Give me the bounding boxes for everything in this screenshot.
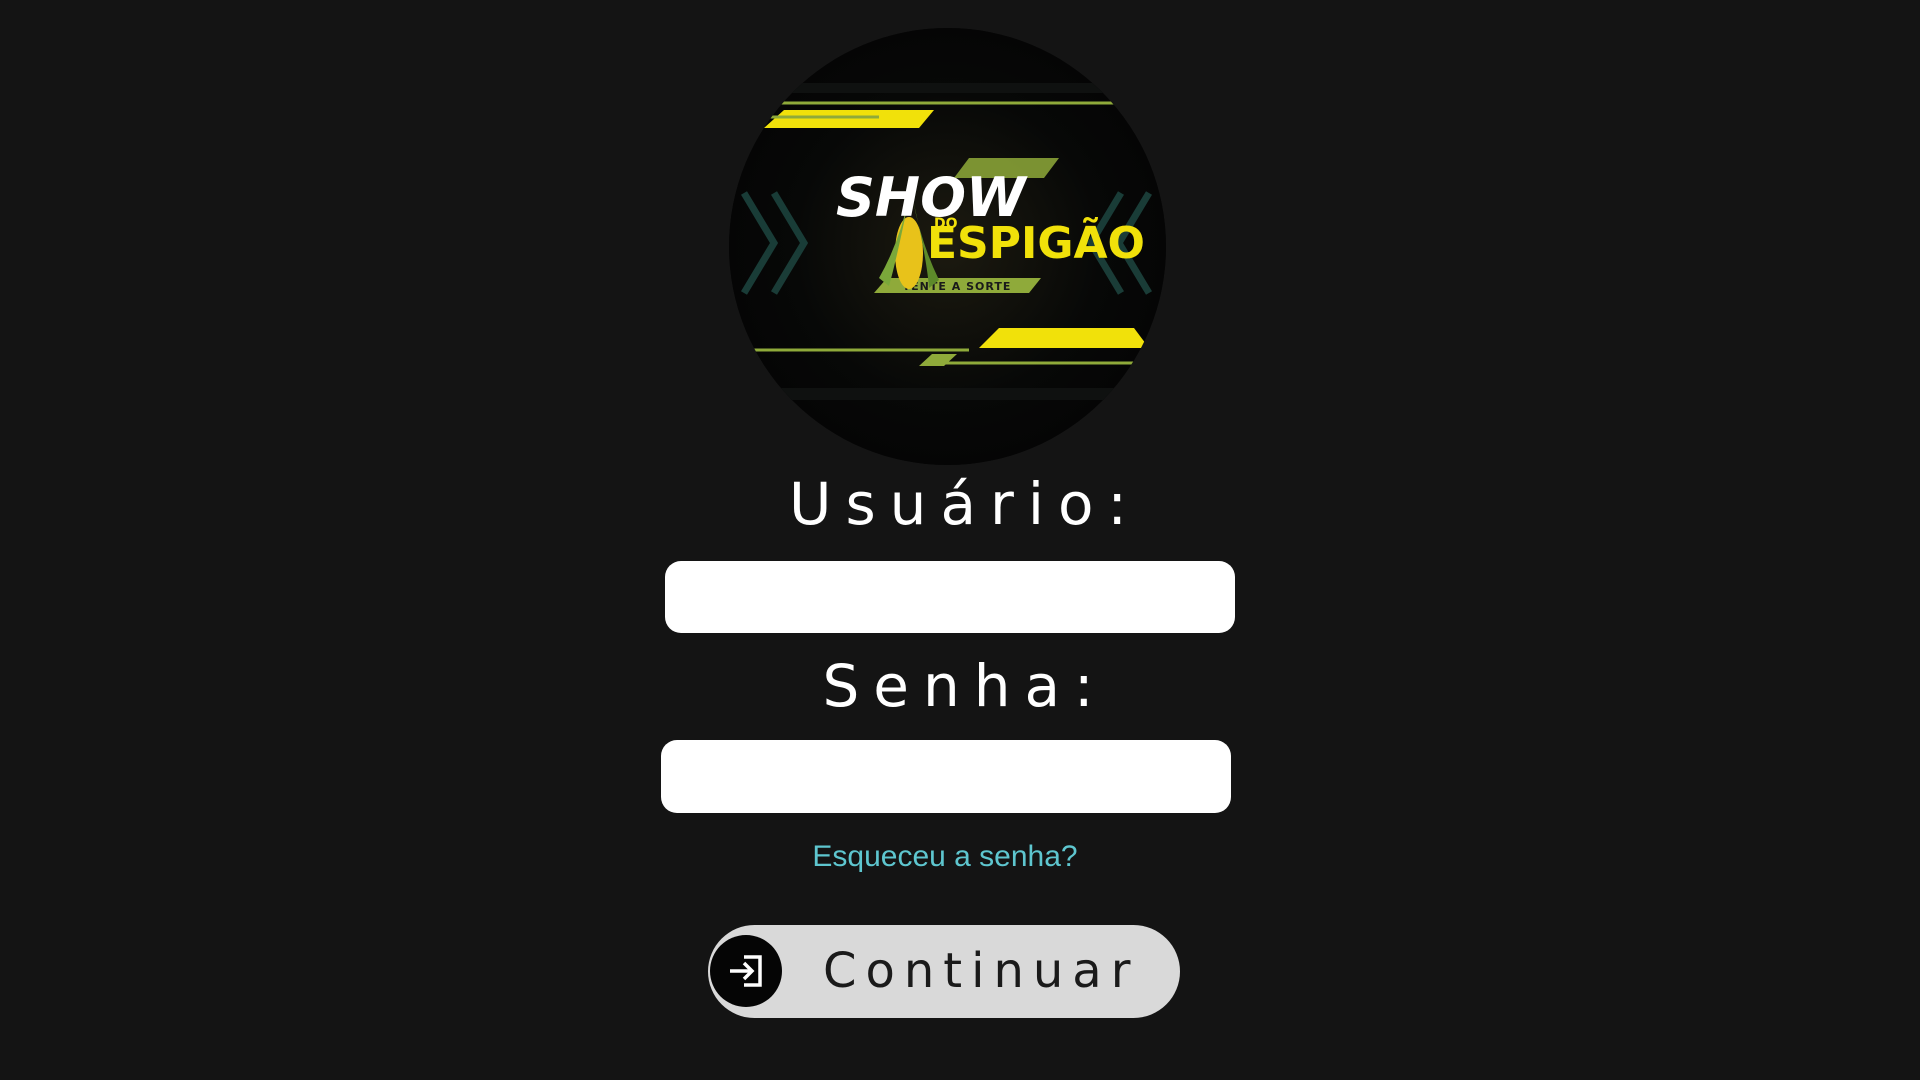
username-label: Usuário: xyxy=(789,470,1141,538)
password-input[interactable] xyxy=(661,740,1231,813)
login-page: TENTE A SORTE SHOW DO ESPIGÃO Usuário: S… xyxy=(0,0,1920,1080)
continue-button-label: Continuar xyxy=(823,943,1140,999)
forgot-password-link[interactable]: Esqueceu a senha? xyxy=(0,840,1890,874)
login-arrow-icon xyxy=(710,935,782,1007)
logo-title-espigao: ESPIGÃO xyxy=(927,216,1145,269)
username-input[interactable] xyxy=(665,561,1235,633)
logo-tagline: TENTE A SORTE xyxy=(903,280,1012,293)
continue-button[interactable]: Continuar xyxy=(708,925,1180,1018)
password-label: Senha: xyxy=(822,652,1108,720)
logo-graphic: TENTE A SORTE SHOW DO ESPIGÃO xyxy=(729,28,1166,465)
show-do-espigao-logo: TENTE A SORTE SHOW DO ESPIGÃO xyxy=(729,28,1166,465)
